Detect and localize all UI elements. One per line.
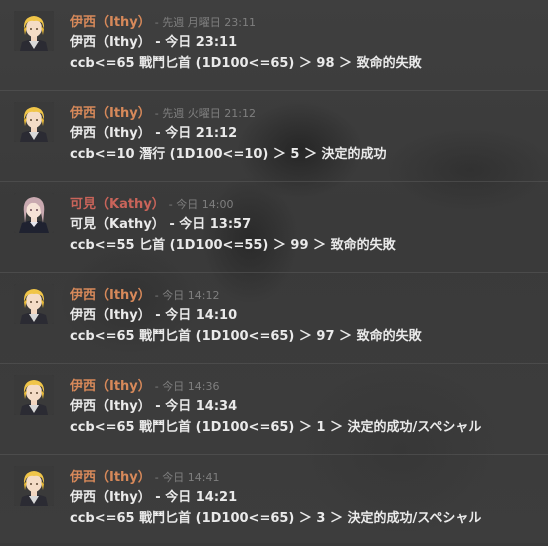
sender-name[interactable]: 伊西（Ithy）	[70, 470, 151, 485]
chat-message: 伊西（Ithy） - 先週 火曜日 21:12 伊西（Ithy） - 今日 21:…	[0, 90, 548, 182]
chat-message: 伊西（Ithy） - 今日 14:36 伊西（Ithy） - 今日 14:34 c…	[0, 363, 548, 455]
avatar-pink-hair-character[interactable]	[14, 193, 54, 233]
message-header: 伊西（Ithy） - 今日 14:12	[70, 285, 219, 303]
chat-message: 伊西（Ithy） - 先週 月曜日 23:11 伊西（Ithy） - 今日 23:…	[0, 0, 548, 91]
timestamp: - 今日 14:36	[154, 380, 220, 393]
message-header: 伊西（Ithy） - 先週 火曜日 21:12	[70, 103, 256, 121]
message-text: 可見（Kathy） - 今日 13:57	[70, 217, 252, 232]
message-text: 伊西（Ithy） - 今日 21:12	[70, 126, 238, 141]
avatar-blond-character[interactable]	[14, 375, 54, 415]
message-text: 伊西（Ithy） - 今日 14:10	[70, 308, 238, 323]
dice-roll-result: ccb<=55 匕首 (1D100<=55) ＞ 99 ＞ 致命的失敗	[70, 238, 396, 253]
dice-roll-result: ccb<=65 戰鬥匕首 (1D100<=65) ＞ 3 ＞ 決定的成功/スペシ…	[70, 511, 482, 526]
message-text: 伊西（Ithy） - 今日 14:21	[70, 490, 238, 505]
sender-name[interactable]: 伊西（Ithy）	[70, 106, 151, 121]
timestamp: - 先週 月曜日 23:11	[154, 16, 256, 29]
message-header: 伊西（Ithy） - 今日 14:36	[70, 376, 219, 394]
message-header: 可見（Kathy） - 今日 14:00	[70, 194, 233, 212]
timestamp: - 先週 火曜日 21:12	[154, 107, 256, 120]
message-header: 伊西（Ithy） - 今日 14:41	[70, 467, 219, 485]
dice-roll-result: ccb<=10 潛行 (1D100<=10) ＞ 5 ＞ 決定的成功	[70, 147, 387, 162]
sender-name[interactable]: 可見（Kathy）	[70, 197, 165, 212]
sender-name[interactable]: 伊西（Ithy）	[70, 379, 151, 394]
timestamp: - 今日 14:00	[168, 198, 234, 211]
chat-message: 伊西（Ithy） - 今日 14:12 伊西（Ithy） - 今日 14:10 c…	[0, 272, 548, 364]
dice-roll-result: ccb<=65 戰鬥匕首 (1D100<=65) ＞ 97 ＞ 致命的失敗	[70, 329, 422, 344]
avatar-blond-character[interactable]	[14, 102, 54, 142]
avatar-blond-character[interactable]	[14, 466, 54, 506]
sender-name[interactable]: 伊西（Ithy）	[70, 288, 151, 303]
timestamp: - 今日 14:41	[154, 471, 220, 484]
message-text: 伊西（Ithy） - 今日 23:11	[70, 35, 238, 50]
avatar-blond-character[interactable]	[14, 11, 54, 51]
avatar-blond-character[interactable]	[14, 284, 54, 324]
chat-message: 可見（Kathy） - 今日 14:00 可見（Kathy） - 今日 13:57…	[0, 181, 548, 273]
sender-name[interactable]: 伊西（Ithy）	[70, 15, 151, 30]
timestamp: - 今日 14:12	[154, 289, 220, 302]
message-text: 伊西（Ithy） - 今日 14:34	[70, 399, 238, 414]
message-header: 伊西（Ithy） - 先週 月曜日 23:11	[70, 12, 256, 30]
dice-roll-result: ccb<=65 戰鬥匕首 (1D100<=65) ＞ 98 ＞ 致命的失敗	[70, 56, 422, 71]
chat-message: 伊西（Ithy） - 今日 14:41 伊西（Ithy） - 今日 14:21 c…	[0, 454, 548, 546]
dice-roll-result: ccb<=65 戰鬥匕首 (1D100<=65) ＞ 1 ＞ 決定的成功/スペシ…	[70, 420, 482, 435]
